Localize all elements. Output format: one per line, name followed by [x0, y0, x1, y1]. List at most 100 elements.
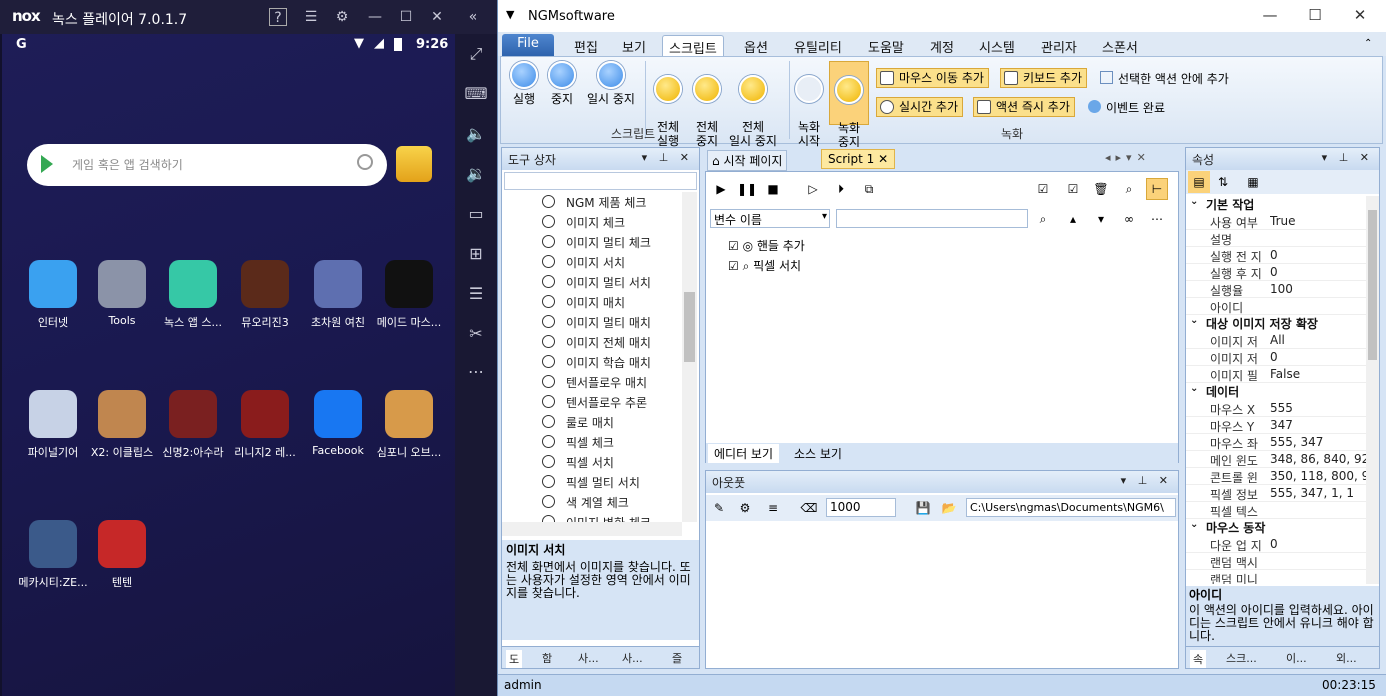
move-up-icon[interactable]: ▴ — [1062, 208, 1084, 230]
toolbox-item[interactable]: 픽셀 멀티 서치 — [532, 472, 682, 492]
property-row[interactable]: 이미지 저 0 — [1186, 349, 1366, 366]
property-row[interactable]: 메인 윈도 348, 86, 840, 920 — [1186, 451, 1366, 468]
property-row[interactable]: 이미지 저 All — [1186, 332, 1366, 349]
properties-scrollbar[interactable] — [1366, 196, 1379, 584]
toolbox-item[interactable]: 텐서플로우 매치 — [532, 372, 682, 392]
tab-user-functions[interactable]: 사... — [622, 650, 643, 666]
chevron-down-icon[interactable]: ⌄ — [1190, 315, 1198, 326]
property-value[interactable]: All — [1270, 333, 1366, 347]
property-value[interactable]: 0 — [1270, 265, 1366, 279]
toolbox-item[interactable]: 룰로 매치 — [532, 412, 682, 432]
categorized-icon[interactable]: ▤ — [1188, 171, 1210, 193]
sort-alpha-icon[interactable]: ⇅ — [1212, 171, 1234, 193]
property-row[interactable]: 콘트롤 윈 350, 118, 800, 918 — [1186, 468, 1366, 485]
insert-into-selected-button[interactable]: 선택한 액션 안에 추가 — [1098, 70, 1229, 87]
property-row[interactable]: 랜덤 미니 — [1186, 570, 1366, 584]
property-row[interactable]: 마우스 X 555 — [1186, 400, 1366, 417]
tab-script-list[interactable]: 스크... — [1226, 650, 1257, 666]
more-icon[interactable]: ⋯ — [1146, 208, 1168, 230]
save-icon[interactable]: 💾 — [912, 497, 934, 519]
menu-icon[interactable]: ☰ — [302, 8, 320, 26]
scissors-icon[interactable]: ✂ — [455, 324, 497, 344]
chevron-down-icon[interactable]: ⌄ — [1190, 196, 1198, 207]
record-start-button[interactable]: 녹화 시작 — [789, 61, 829, 148]
property-value[interactable]: False — [1270, 367, 1366, 381]
property-value[interactable]: 0 — [1270, 350, 1366, 364]
pause-button[interactable]: 일시 중지 — [581, 61, 641, 106]
tab-admin[interactable]: 관리자 — [1035, 35, 1083, 57]
property-value[interactable]: 0 — [1270, 537, 1366, 551]
log-settings-icon[interactable]: ⚙ — [734, 497, 756, 519]
app-icon-tile[interactable]: 메이드 마스... — [366, 260, 452, 330]
fullscreen-icon[interactable]: ⤢ — [455, 44, 497, 64]
tab-system[interactable]: 시스템 — [973, 35, 1021, 57]
tab-file[interactable]: File — [502, 34, 554, 56]
toolbox-item[interactable]: 이미지 전체 매치 — [532, 332, 682, 352]
pause-all-button[interactable]: 전체 일시 중지 — [723, 61, 783, 148]
step-over-icon[interactable]: ⧉ — [858, 178, 880, 200]
tree-node[interactable]: ☑ ⌕ 픽셀 서치 — [728, 257, 801, 274]
property-category[interactable]: ⌄ 기본 작업 — [1186, 196, 1366, 213]
step-into-icon[interactable]: ⏵ — [830, 178, 852, 200]
delete-icon[interactable]: 🗑 — [1090, 178, 1112, 200]
property-category[interactable]: ⌄ 데이터 — [1186, 383, 1366, 400]
volume-down-icon[interactable]: 🔉 — [455, 164, 497, 184]
multi-instance-icon[interactable]: ☰ — [455, 284, 497, 304]
toolbox-item[interactable]: 텐서플로우 추론 — [532, 392, 682, 412]
tab-script[interactable]: 스크립트 — [662, 35, 724, 57]
tab-favorites[interactable]: 즐 — [672, 650, 682, 666]
tab-properties[interactable]: 속 — [1190, 650, 1207, 668]
check-all-icon[interactable]: ☑ — [1032, 178, 1054, 200]
tab-toolbox[interactable]: 도 — [506, 650, 523, 668]
toolbox-item[interactable]: 이미지 변화 체크 — [532, 512, 682, 522]
settings-icon[interactable]: ⚙ — [333, 8, 351, 26]
tab-utility[interactable]: 유틸리티 — [788, 35, 848, 57]
app-search-bar[interactable]: 게임 혹은 앱 검색하기 — [27, 144, 387, 186]
scrollbar-thumb[interactable] — [1368, 210, 1377, 360]
search-icon[interactable] — [357, 154, 373, 170]
close-icon[interactable]: ✕ — [428, 8, 446, 26]
property-row[interactable]: 픽셀 정보 555, 347, 1, 1 — [1186, 485, 1366, 502]
tab-nav-icon[interactable]: ◂▸▾✕ — [1105, 151, 1151, 164]
property-category[interactable]: ⌄ 대상 이미지 저장 확장 — [1186, 315, 1366, 332]
maximize-icon[interactable]: ☐ — [1300, 6, 1330, 26]
more-icon[interactable]: ⋯ — [455, 362, 497, 382]
toolbox-item[interactable]: 이미지 멀티 서치 — [532, 272, 682, 292]
collapse-sidebar-icon[interactable]: « — [464, 8, 482, 26]
chevron-down-icon[interactable]: ⌄ — [1190, 383, 1198, 394]
tab-functions[interactable]: 함 — [542, 650, 552, 666]
toolbox-item[interactable]: 이미지 체크 — [532, 212, 682, 232]
add-keyboard-button[interactable]: 키보드 추가 — [1000, 68, 1088, 88]
move-down-icon[interactable]: ▾ — [1090, 208, 1112, 230]
minimize-icon[interactable]: — — [1255, 6, 1285, 26]
toolbox-item[interactable]: 픽셀 서치 — [532, 452, 682, 472]
property-value[interactable]: 348, 86, 840, 920 — [1270, 452, 1366, 466]
realtime-add-button[interactable]: 실시간 추가 — [876, 97, 964, 117]
property-value[interactable]: 100 — [1270, 282, 1366, 296]
app-icon-tile[interactable]: 심포니 오브... — [366, 390, 452, 460]
list-icon[interactable]: ≡ — [762, 497, 784, 519]
property-value[interactable]: 555, 347 — [1270, 435, 1366, 449]
property-row[interactable]: 마우스 Y 347 — [1186, 417, 1366, 434]
property-row[interactable]: 실행 후 지 0 — [1186, 264, 1366, 281]
tree-view-icon[interactable]: ⊢ — [1146, 178, 1168, 200]
stop-icon[interactable]: ■ — [762, 178, 784, 200]
tab-script-1[interactable]: Script 1 ✕ — [821, 149, 896, 169]
app-menu-icon[interactable]: ▼ — [506, 8, 514, 21]
property-row[interactable]: 다운 업 지 0 — [1186, 536, 1366, 553]
scrollbar-thumb[interactable] — [684, 292, 695, 362]
property-value[interactable]: 0 — [1270, 248, 1366, 262]
eraser-icon[interactable]: ⌫ — [798, 497, 820, 519]
play-icon[interactable]: ▶ — [710, 178, 732, 200]
tab-account[interactable]: 계정 — [924, 35, 960, 57]
volume-up-icon[interactable]: 🔈 — [455, 124, 497, 144]
output-path-field[interactable]: C:\Users\ngmas\Documents\NGM6\ — [966, 498, 1176, 517]
apk-install-icon[interactable]: ⊞ — [455, 244, 497, 264]
property-row[interactable]: 실행 전 지 0 — [1186, 247, 1366, 264]
close-icon[interactable]: ✕ — [1345, 6, 1375, 26]
property-row[interactable]: 이미지 필 False — [1186, 366, 1366, 383]
property-row[interactable]: 설명 — [1186, 230, 1366, 247]
screen-icon[interactable]: ▭ — [455, 204, 497, 224]
tab-view[interactable]: 보기 — [616, 35, 652, 57]
toolbox-item[interactable]: NGM 제품 체크 — [532, 192, 682, 212]
